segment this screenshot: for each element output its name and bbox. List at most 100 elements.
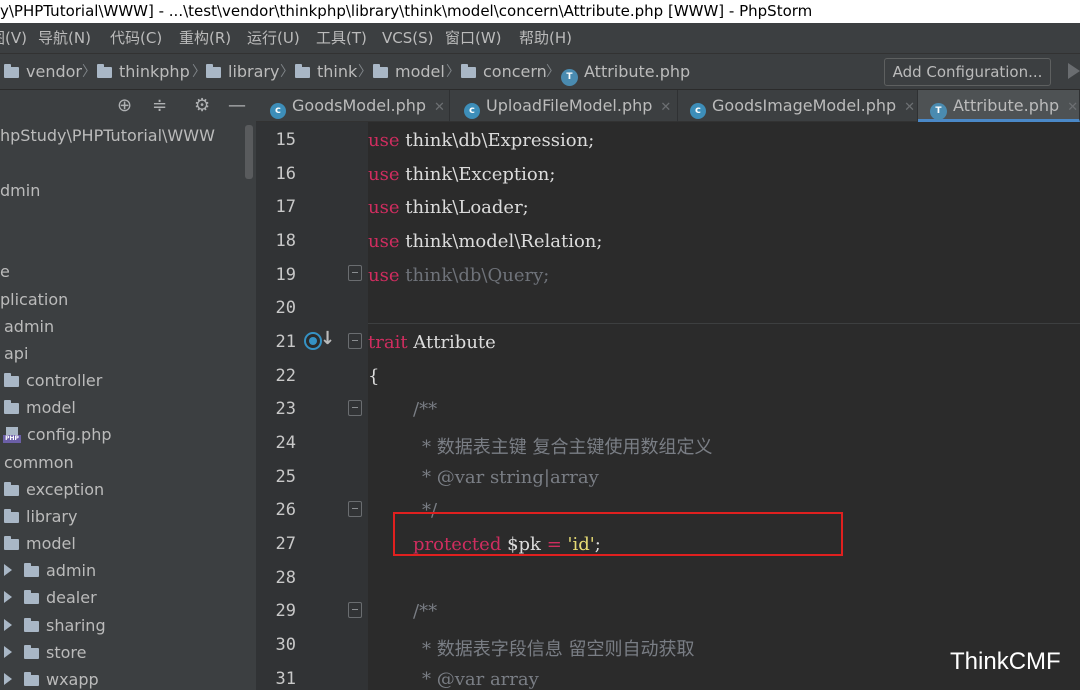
breadcrumb-attribute-file[interactable]: T Attribute.php: [561, 54, 690, 89]
code-line-29[interactable]: /**: [413, 601, 437, 622]
tree-item-common[interactable]: common: [4, 449, 74, 476]
tree-item-wxapp[interactable]: wxapp: [4, 666, 99, 690]
trait-icon: T: [930, 103, 947, 120]
line-number: 18: [275, 231, 296, 251]
editor-tabs: c GoodsModel.php ✕ c UploadFileModel.php ✕ c…: [256, 90, 1080, 122]
menu-tools[interactable]: 工具(T): [316, 23, 367, 53]
breadcrumb-vendor[interactable]: vendor: [4, 54, 82, 89]
folder-icon: [4, 373, 19, 387]
hide-panel-icon[interactable]: —: [228, 96, 246, 116]
highlight-annotation-box: [393, 512, 843, 556]
close-icon[interactable]: ✕: [434, 100, 445, 115]
tree-item-api[interactable]: api: [4, 340, 28, 367]
tree-item-root[interactable]: hpStudy\PHPTutorial\WWW: [0, 122, 215, 149]
close-icon[interactable]: ✕: [660, 100, 671, 115]
line-number: 25: [275, 467, 296, 487]
tab-goods-image-model[interactable]: c GoodsImageModel.php ✕: [678, 90, 918, 122]
menu-code[interactable]: 代码(C): [110, 23, 162, 53]
line-number: 17: [275, 197, 296, 217]
tree-item-admin-root[interactable]: dmin: [0, 177, 40, 204]
run-icon[interactable]: [1068, 63, 1080, 79]
tab-attribute[interactable]: T Attribute.php ✕: [918, 90, 1080, 122]
tree-item-model-common[interactable]: model: [4, 530, 76, 557]
menu-bar: 图(V) 导航(N) 代码(C) 重构(R) 运行(U) 工具(T) VCS(S…: [0, 23, 1080, 53]
tree-item-config-php[interactable]: PHP config.php: [3, 421, 112, 448]
line-number: 22: [275, 366, 296, 386]
expand-arrow-icon[interactable]: [4, 591, 12, 603]
menu-navigate[interactable]: 导航(N): [38, 23, 91, 53]
line-number: 31: [275, 669, 296, 689]
fold-marker-icon[interactable]: [348, 602, 362, 618]
code-line-18[interactable]: use think\model\Relation;: [368, 231, 602, 252]
locate-icon[interactable]: ⊕: [117, 96, 132, 116]
code-line-15[interactable]: use think\db\Expression;: [368, 130, 594, 151]
code-line-24[interactable]: * 数据表主键 复合主键使用数组定义: [422, 433, 712, 459]
tree-item-admin-model[interactable]: admin: [4, 557, 96, 584]
menu-refactor[interactable]: 重构(R): [179, 23, 231, 53]
code-line-31[interactable]: * @var array: [422, 669, 539, 690]
tree-item-dealer[interactable]: dealer: [4, 584, 97, 611]
breadcrumb-model[interactable]: model: [373, 54, 445, 89]
gear-icon[interactable]: ⚙: [194, 96, 210, 116]
expand-arrow-icon[interactable]: [4, 673, 12, 685]
menu-window[interactable]: 窗口(W): [445, 23, 502, 53]
tree-item-store[interactable]: store: [4, 639, 86, 666]
tree-item-sharing[interactable]: sharing: [4, 612, 106, 639]
code-line-30[interactable]: * 数据表字段信息 留空则自动获取: [422, 635, 694, 661]
menu-run[interactable]: 运行(U): [247, 23, 300, 53]
line-number: 28: [275, 568, 296, 588]
code-line-22[interactable]: {: [368, 366, 379, 387]
breadcrumb-separator-icon: 〉: [280, 64, 294, 80]
menu-vcs[interactable]: VCS(S): [382, 23, 433, 53]
expand-arrow-icon[interactable]: [4, 646, 12, 658]
fold-marker-icon[interactable]: [348, 333, 362, 349]
add-configuration-button[interactable]: Add Configuration...: [884, 58, 1051, 86]
line-number: 24: [275, 433, 296, 453]
line-number: 30: [275, 635, 296, 655]
watermark: ThinkCMF: [950, 648, 1061, 675]
folder-icon: [4, 400, 19, 414]
tab-upload-file-model[interactable]: c UploadFileModel.php ✕: [450, 90, 678, 122]
code-line-17[interactable]: use think\Loader;: [368, 197, 529, 218]
folder-icon: [24, 618, 39, 632]
code-line-25[interactable]: * @var string|array: [422, 467, 599, 488]
breadcrumb-think[interactable]: think: [295, 54, 357, 89]
window-title: y\PHPTutorial\WWW] - ...\test\vendor\thi…: [0, 2, 813, 20]
breadcrumb-concern[interactable]: concern: [461, 54, 547, 89]
menu-help[interactable]: 帮助(H): [519, 23, 572, 53]
tree-item-admin[interactable]: admin: [4, 313, 54, 340]
tree-item-library[interactable]: library: [4, 503, 77, 530]
php-file-icon: PHP: [3, 427, 21, 443]
code-line-23[interactable]: /**: [413, 399, 437, 420]
breadcrumb-separator-icon: 〉: [82, 64, 96, 80]
tree-item-e[interactable]: e: [0, 258, 10, 285]
fold-marker-icon[interactable]: [348, 501, 362, 517]
expand-arrow-icon[interactable]: [4, 564, 12, 576]
code-line-16[interactable]: use think\Exception;: [368, 164, 555, 185]
close-icon[interactable]: ✕: [1067, 100, 1078, 115]
fold-marker-icon[interactable]: [348, 400, 362, 416]
folder-icon: [24, 563, 39, 577]
class-icon: c: [690, 103, 706, 119]
collapse-all-icon[interactable]: ≑: [152, 96, 167, 116]
code-line-21[interactable]: trait Attribute: [368, 332, 496, 353]
code-line-19[interactable]: use think\db\Query;: [368, 265, 549, 286]
window-title-bar: y\PHPTutorial\WWW] - ...\test\vendor\thi…: [0, 0, 1080, 23]
tree-item-controller[interactable]: controller: [4, 367, 102, 394]
fold-marker-icon[interactable]: [348, 265, 362, 281]
breadcrumb-separator-icon: 〉: [358, 64, 372, 80]
close-icon[interactable]: ✕: [904, 100, 915, 115]
tree-item-exception[interactable]: exception: [4, 476, 104, 503]
line-number: 16: [275, 164, 296, 184]
folder-icon: [461, 64, 476, 78]
breadcrumb-thinkphp[interactable]: thinkphp: [97, 54, 190, 89]
line-number: 19: [275, 265, 296, 285]
tree-item-model[interactable]: model: [4, 394, 76, 421]
breadcrumb-library[interactable]: library: [206, 54, 279, 89]
tree-item-application[interactable]: plication: [0, 286, 68, 313]
project-scrollbar[interactable]: [245, 125, 253, 179]
expand-arrow-icon[interactable]: [4, 619, 12, 631]
tab-goods-model[interactable]: c GoodsModel.php ✕: [256, 90, 450, 122]
menu-view[interactable]: 图(V): [0, 23, 27, 53]
line-number: 20: [275, 298, 296, 318]
